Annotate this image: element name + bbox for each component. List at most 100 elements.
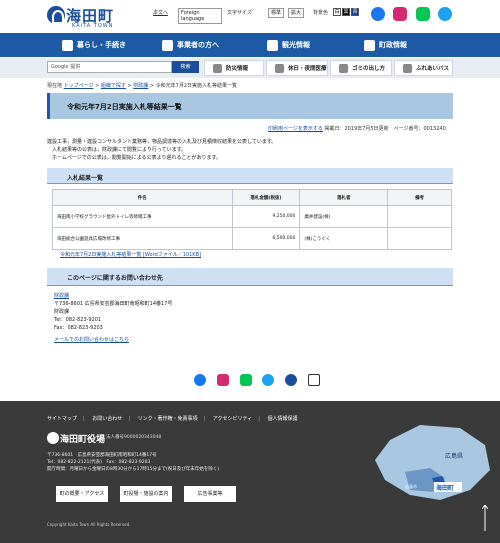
family-icon	[62, 39, 73, 51]
share-line-icon[interactable]	[240, 374, 252, 386]
facebook-icon[interactable]	[371, 7, 385, 21]
intro-line: 入札結果等の公表は，財政課にて閲覧により行っています。	[47, 147, 187, 153]
town-logo-icon[interactable]	[47, 6, 65, 24]
binoculars-icon	[267, 39, 278, 51]
nav-tourism[interactable]: 観光情報	[267, 33, 310, 57]
page-title: 令和元年7月2日実施入札等結果一覧	[67, 103, 182, 111]
intro-line: 建設工事，測量・建設コンサルタント業務等，物品調達等の入札及び見積徴収結果を公表…	[47, 139, 277, 145]
skip-to-main-link[interactable]: 本文へ	[153, 9, 168, 16]
breadcrumb-top[interactable]: トップページ	[64, 83, 94, 89]
share-town-icon[interactable]	[285, 374, 297, 386]
map-pref-label: 広島県	[445, 452, 463, 460]
breadcrumb-here: 現在地	[47, 83, 63, 89]
contact-address: 〒736-8601 広島県安芸郡海田町南昭和町14番17号	[54, 301, 173, 307]
share-twitter-icon[interactable]	[262, 374, 274, 386]
table-row: 海田南小学校グラウンド屋外トイレ等修繕工事 9,250,000 廣井建設(株)	[52, 205, 452, 228]
contact-tel: Tel：082-823-9201	[54, 317, 102, 323]
cell-winner: (株)こうぐく	[299, 227, 389, 250]
medical-icon	[275, 63, 284, 73]
nav-label: 暮らし・手続き	[77, 41, 126, 49]
footer-links: サイトマップ | お問い合わせ | リンク・著作権・免責事項 | アクセシビリティ | …	[47, 416, 298, 422]
footer-corp-number: 法人番号9000020343048	[106, 435, 162, 440]
nav-living[interactable]: 暮らし・手続き	[62, 33, 126, 57]
footer-address: 〒736-8601 広島県安芸郡海田町南昭和町14番17号	[47, 453, 157, 458]
footer-link-accessibility[interactable]: アクセシビリティ	[213, 416, 252, 422]
update-info: 掲載日：2019年7月5日更新 ページ番号：0013240	[324, 126, 446, 132]
footer-tel: Tel：082-822-2121(代表) Fax：082-823-9203	[47, 460, 151, 465]
footer-button-overview[interactable]: 町の概要・アクセス	[56, 486, 108, 502]
contact-info: 財政課 〒736-8601 広島県安芸郡海田町南昭和町14番17号 財政課 Te…	[54, 292, 172, 332]
footer-hours: 開庁時間：月曜日から金曜日の8時30分から17時15分まで(祝日及び年末年始を除…	[47, 467, 220, 472]
back-to-top-icon[interactable]	[482, 505, 488, 531]
map-city-label: 広島市	[405, 483, 417, 489]
contact-dept-link[interactable]: 財政課	[54, 293, 69, 299]
trash-icon	[339, 63, 348, 73]
cell-name: 海田総合公園遊具広場改修工事	[52, 227, 233, 250]
font-large-button[interactable]: 拡大	[288, 8, 305, 18]
nav-town-admin[interactable]: 町政情報	[364, 33, 407, 57]
results-section-title: 入札結果一覧	[67, 175, 104, 182]
col-note: 備考	[387, 189, 452, 206]
quick-link-bus[interactable]: ふれあいバス	[394, 60, 453, 76]
quick-link-disaster[interactable]: 防災情報	[204, 60, 264, 76]
font-size-label: 文字サイズ	[227, 10, 252, 16]
intro-line: ホームページでの公表は，閲覧開始による公表より遅れることがあります。	[47, 155, 222, 161]
results-section-header	[47, 168, 453, 184]
quick-label: ゴミの出し方	[352, 66, 386, 72]
bg-color-label: 背景色	[313, 10, 329, 16]
nav-business[interactable]: 事業者の方へ	[162, 33, 219, 57]
font-standard-button[interactable]: 標準	[268, 8, 285, 18]
twitter-icon[interactable]	[438, 7, 452, 21]
table-header-row: 件名 落札金額(税抜) 落札者 備考	[52, 189, 452, 206]
building-icon	[162, 39, 173, 51]
quick-label: 休日・夜間医療	[288, 66, 327, 72]
col-winner: 落札者	[299, 189, 389, 206]
instagram-icon[interactable]	[393, 7, 407, 21]
quick-link-medical[interactable]: 休日・夜間医療	[266, 60, 328, 76]
quick-link-garbage[interactable]: ゴミの出し方	[330, 60, 392, 76]
search-button[interactable]: 検索	[172, 61, 199, 73]
col-amount: 落札金額(税抜)	[231, 189, 301, 206]
line-icon[interactable]	[416, 7, 430, 21]
breadcrumb-current: 令和元年7月2日実施入札等結果一覧	[155, 83, 238, 89]
breadcrumb-dept[interactable]: 財政課	[133, 83, 148, 89]
warning-icon	[213, 63, 222, 73]
footer-logo-icon	[47, 432, 59, 444]
breadcrumb: 現在地 トップページ > 組織で探す > 財政課 > 令和元年7月2日実施入札等…	[47, 83, 238, 89]
footer-button-facilities[interactable]: 町役場・施設の案内	[120, 486, 172, 502]
nav-label: 観光情報	[282, 41, 310, 49]
share-facebook-icon[interactable]	[194, 374, 206, 386]
footer-office-name: 海田町役場	[60, 435, 106, 445]
bg-blue-button[interactable]: 青	[351, 8, 359, 16]
map-town-label: 海田町	[436, 484, 454, 492]
footer-link-sitemap[interactable]: サイトマップ	[47, 416, 77, 422]
footer-link-privacy[interactable]: 個人情報保護	[268, 416, 298, 422]
print-page-link[interactable]: 印刷用ページを表示する	[268, 126, 323, 132]
search-input[interactable]: Google 提供	[47, 61, 172, 73]
bus-icon	[403, 63, 412, 73]
bg-black-button[interactable]: 黒	[342, 8, 350, 16]
quick-label: ふれあいバス	[416, 66, 450, 72]
cell-note	[387, 227, 452, 250]
contact-fax: Fax：082-823-9203	[54, 325, 103, 331]
footer-link-contact[interactable]: お問い合わせ	[92, 416, 122, 422]
cell-amount: 6,500,000	[231, 227, 301, 250]
footer-button-ads[interactable]: 広告事業等	[184, 486, 236, 502]
nav-label: 町政情報	[379, 41, 407, 49]
results-table: 件名 落札金額(税抜) 落札者 備考 海田南小学校グラウンド屋外トイレ等修繕工事…	[52, 189, 452, 250]
col-name: 件名	[52, 189, 233, 206]
bg-white-button[interactable]: 白	[333, 8, 341, 16]
mail-inquiry-link[interactable]: メールでのお問い合わせはこちら	[54, 336, 129, 343]
main-navigation: 暮らし・手続き 事業者の方へ 観光情報 町政情報	[0, 33, 500, 57]
mail-icon[interactable]	[308, 374, 320, 386]
cell-amount: 9,250,000	[231, 205, 301, 228]
language-select[interactable]: Foreign language	[178, 8, 222, 24]
print-row: 印刷用ページを表示する 掲載日：2019年7月5日更新 ページ番号：001324…	[268, 125, 446, 132]
hiroshima-map: 広島県 広島市 海田町	[375, 425, 490, 500]
word-file-link[interactable]: 令和元年7月2日実施入札等結果一覧 [Wordファイル／101KB]	[60, 251, 201, 258]
breadcrumb-org[interactable]: 組織で探す	[101, 83, 126, 89]
footer-link-copyright[interactable]: リンク・著作権・免責事項	[138, 416, 198, 422]
logo-subtitle: KAITA TOWN	[72, 23, 114, 29]
share-instagram-icon[interactable]	[217, 374, 229, 386]
intro-text: 建設工事，測量・建設コンサルタント業務等，物品調達等の入札及び見積徴収結果を公表…	[47, 138, 453, 162]
